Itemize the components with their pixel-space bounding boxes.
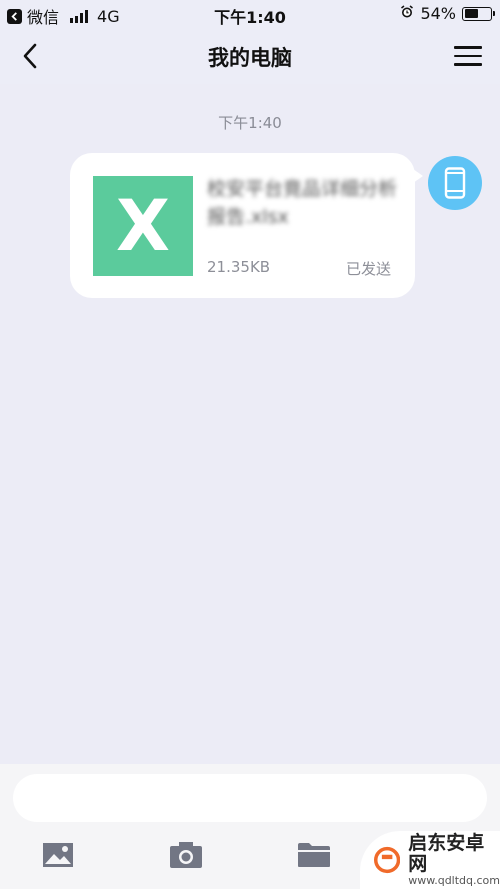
excel-letter: X bbox=[116, 185, 170, 267]
battery-fill bbox=[464, 9, 478, 18]
camera-button[interactable] bbox=[168, 840, 204, 870]
file-size: 21.35KB bbox=[207, 258, 271, 276]
folder-button[interactable] bbox=[296, 840, 332, 870]
status-bar: 微信 4G 下午1:40 54% bbox=[0, 0, 500, 28]
alarm-icon bbox=[400, 4, 414, 23]
page-title: 我的电脑 bbox=[208, 46, 292, 70]
camera-icon bbox=[170, 842, 202, 868]
menu-icon-line bbox=[454, 63, 482, 66]
phone-icon bbox=[444, 167, 466, 199]
image-icon bbox=[43, 843, 73, 867]
menu-button[interactable] bbox=[454, 42, 482, 70]
battery-percent: 54% bbox=[420, 4, 456, 23]
send-status: 已发送 bbox=[345, 260, 391, 278]
file-message-bubble[interactable]: X 校安平台竟品详细分析报告.xlsx 21.35KB 已发送 bbox=[70, 153, 423, 298]
excel-file-icon: X bbox=[93, 176, 193, 276]
image-button[interactable] bbox=[40, 840, 76, 870]
status-right: 54% bbox=[400, 4, 495, 23]
device-avatar[interactable] bbox=[428, 156, 482, 210]
watermark-logo-icon bbox=[374, 846, 401, 874]
message-timestamp: 下午1:40 bbox=[218, 114, 282, 132]
menu-icon-line bbox=[454, 46, 482, 49]
chat-area[interactable]: 下午1:40 X 校安平台竟品详细分析报告.xlsx 21.35KB 已发送 bbox=[0, 84, 500, 764]
file-name: 校安平台竟品详细分析报告.xlsx bbox=[207, 178, 398, 228]
battery-icon bbox=[462, 6, 495, 21]
watermark-url: www.qdltdq.com bbox=[408, 873, 500, 887]
message-input[interactable] bbox=[13, 774, 487, 822]
nav-bar: 我的电脑 bbox=[0, 28, 500, 84]
watermark-text: 启东安卓网 www.qdltdq.com bbox=[408, 833, 500, 887]
watermark: 启东安卓网 www.qdltdq.com bbox=[360, 831, 500, 889]
menu-icon-line bbox=[454, 54, 482, 58]
folder-icon bbox=[298, 843, 330, 867]
watermark-title: 启东安卓网 bbox=[408, 832, 485, 875]
